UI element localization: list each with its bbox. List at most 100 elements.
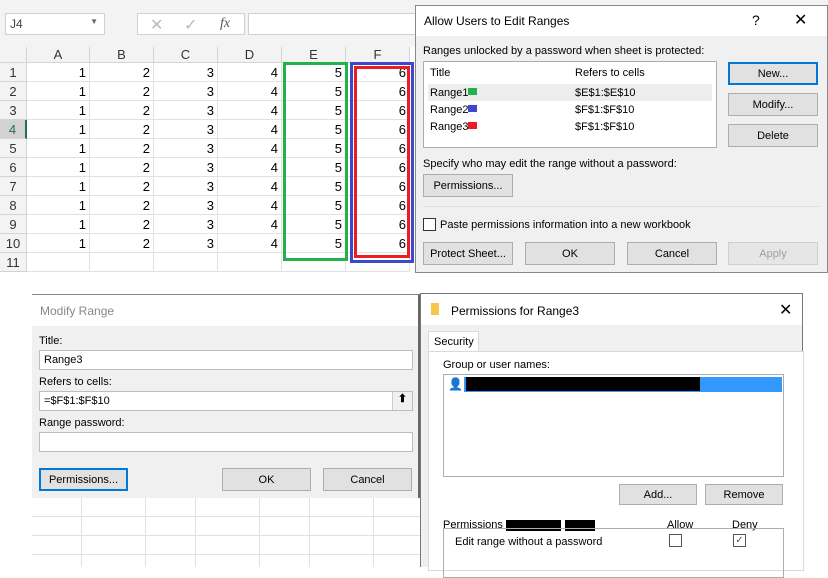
collapse-dialog-icon[interactable]: ⬆ bbox=[392, 392, 412, 410]
range-row[interactable]: Range3 $F$1:$F$10 bbox=[428, 118, 712, 135]
col-title-header[interactable]: Title bbox=[430, 67, 450, 79]
cell-A6[interactable]: 1 bbox=[27, 158, 90, 177]
cell-C6[interactable]: 3 bbox=[154, 158, 218, 177]
enter-icon[interactable]: ✓ bbox=[184, 15, 197, 35]
row-header-10[interactable]: 10 bbox=[0, 234, 27, 253]
cell-C2[interactable]: 3 bbox=[154, 82, 218, 101]
cell-C3[interactable]: 3 bbox=[154, 101, 218, 120]
select-all-corner[interactable] bbox=[0, 47, 27, 63]
allow-checkbox[interactable] bbox=[669, 534, 682, 547]
paste-permissions-checkbox[interactable] bbox=[423, 218, 436, 231]
cell-A1[interactable]: 1 bbox=[27, 63, 90, 82]
cell-D9[interactable]: 4 bbox=[218, 215, 282, 234]
cell-D3[interactable]: 4 bbox=[218, 101, 282, 120]
row-header-11[interactable]: 11 bbox=[0, 253, 27, 272]
modify-button[interactable]: Modify... bbox=[728, 93, 818, 116]
delete-button[interactable]: Delete bbox=[728, 124, 818, 147]
row-header-7[interactable]: 7 bbox=[0, 177, 27, 196]
ok-button[interactable]: OK bbox=[525, 242, 615, 265]
cell-B1[interactable]: 2 bbox=[90, 63, 154, 82]
user-list[interactable]: 👤 bbox=[443, 374, 784, 477]
cell-C1[interactable]: 3 bbox=[154, 63, 218, 82]
cell-B5[interactable]: 2 bbox=[90, 139, 154, 158]
cell-C9[interactable]: 3 bbox=[154, 215, 218, 234]
cell-D1[interactable]: 4 bbox=[218, 63, 282, 82]
cell-B8[interactable]: 2 bbox=[90, 196, 154, 215]
row-header-5[interactable]: 5 bbox=[0, 139, 27, 158]
row-header-6[interactable]: 6 bbox=[0, 158, 27, 177]
password-input[interactable] bbox=[39, 432, 413, 452]
cell-D5[interactable]: 4 bbox=[218, 139, 282, 158]
remove-button[interactable]: Remove bbox=[705, 484, 783, 505]
cell-D8[interactable]: 4 bbox=[218, 196, 282, 215]
ok-button[interactable]: OK bbox=[222, 468, 311, 491]
row-header-3[interactable]: 3 bbox=[0, 101, 27, 120]
cancel-button[interactable]: Cancel bbox=[627, 242, 717, 265]
column-header-C[interactable]: C bbox=[154, 47, 218, 63]
new-button[interactable]: New... bbox=[728, 62, 818, 85]
cell-B6[interactable]: 2 bbox=[90, 158, 154, 177]
range-row[interactable]: Range1 $E$1:$E$10 bbox=[428, 84, 712, 101]
cell-A4[interactable]: 1 bbox=[27, 120, 90, 139]
cell-B4[interactable]: 2 bbox=[90, 120, 154, 139]
cell-A2[interactable]: 1 bbox=[27, 82, 90, 101]
cell-C4[interactable]: 3 bbox=[154, 120, 218, 139]
column-header-E[interactable]: E bbox=[282, 47, 346, 63]
fx-icon[interactable]: fx bbox=[220, 16, 230, 32]
cell-D10[interactable]: 4 bbox=[218, 234, 282, 253]
cell-C10[interactable]: 3 bbox=[154, 234, 218, 253]
column-header-A[interactable]: A bbox=[27, 47, 90, 63]
cell-C7[interactable]: 3 bbox=[154, 177, 218, 196]
cell-A11[interactable] bbox=[27, 253, 90, 272]
cell-D4[interactable]: 4 bbox=[218, 120, 282, 139]
column-header-F[interactable]: F bbox=[346, 47, 410, 63]
cell-A9[interactable]: 1 bbox=[27, 215, 90, 234]
help-button[interactable]: ? bbox=[752, 12, 760, 28]
cell-B9[interactable]: 2 bbox=[90, 215, 154, 234]
column-header-B[interactable]: B bbox=[90, 47, 154, 63]
list-item[interactable] bbox=[464, 377, 782, 392]
cell-D2[interactable]: 4 bbox=[218, 82, 282, 101]
cell-A5[interactable]: 1 bbox=[27, 139, 90, 158]
tab-security[interactable]: Security bbox=[428, 331, 479, 352]
title-input[interactable]: Range3 bbox=[39, 350, 413, 370]
cell-A7[interactable]: 1 bbox=[27, 177, 90, 196]
permissions-button[interactable]: Permissions... bbox=[423, 174, 513, 197]
close-icon[interactable]: ✕ bbox=[794, 10, 807, 30]
refers-input[interactable]: =$F$1:$F$10 ⬆ bbox=[39, 391, 413, 411]
cell-B11[interactable] bbox=[90, 253, 154, 272]
cell-A8[interactable]: 1 bbox=[27, 196, 90, 215]
cell-A10[interactable]: 1 bbox=[27, 234, 90, 253]
cell-B7[interactable]: 2 bbox=[90, 177, 154, 196]
cell-C8[interactable]: 3 bbox=[154, 196, 218, 215]
ranges-list[interactable]: Title Refers to cells Range1 $E$1:$E$10 Ra… bbox=[423, 61, 717, 148]
protect-sheet-button[interactable]: Protect Sheet... bbox=[423, 242, 513, 265]
cell-B10[interactable]: 2 bbox=[90, 234, 154, 253]
column-header-D[interactable]: D bbox=[218, 47, 282, 63]
row-header-1[interactable]: 1 bbox=[0, 63, 27, 82]
permissions-button[interactable]: Permissions... bbox=[39, 468, 128, 491]
cell-C5[interactable]: 3 bbox=[154, 139, 218, 158]
close-icon[interactable]: ✕ bbox=[779, 300, 792, 320]
cell-C11[interactable] bbox=[154, 253, 218, 272]
row-header-2[interactable]: 2 bbox=[0, 82, 27, 101]
cell-D6[interactable]: 4 bbox=[218, 158, 282, 177]
col-refers-header[interactable]: Refers to cells bbox=[575, 67, 645, 79]
cancel-button[interactable]: Cancel bbox=[323, 468, 412, 491]
formula-bar-input[interactable] bbox=[248, 13, 418, 35]
cancel-icon[interactable]: ✕ bbox=[150, 15, 163, 35]
row-header-4[interactable]: 4 bbox=[0, 120, 27, 139]
cell-D11[interactable] bbox=[218, 253, 282, 272]
range-row[interactable]: Range2 $F$1:$F$10 bbox=[428, 101, 712, 118]
row-header-9[interactable]: 9 bbox=[0, 215, 27, 234]
cell-D7[interactable]: 4 bbox=[218, 177, 282, 196]
cell-B2[interactable]: 2 bbox=[90, 82, 154, 101]
apply-button[interactable]: Apply bbox=[728, 242, 818, 265]
add-button[interactable]: Add... bbox=[619, 484, 697, 505]
cell-B3[interactable]: 2 bbox=[90, 101, 154, 120]
row-header-8[interactable]: 8 bbox=[0, 196, 27, 215]
name-box[interactable]: J4 ▼ bbox=[5, 13, 105, 35]
deny-checkbox[interactable]: ✓ bbox=[733, 534, 746, 547]
chevron-down-icon[interactable]: ▼ bbox=[90, 17, 98, 26]
cell-A3[interactable]: 1 bbox=[27, 101, 90, 120]
